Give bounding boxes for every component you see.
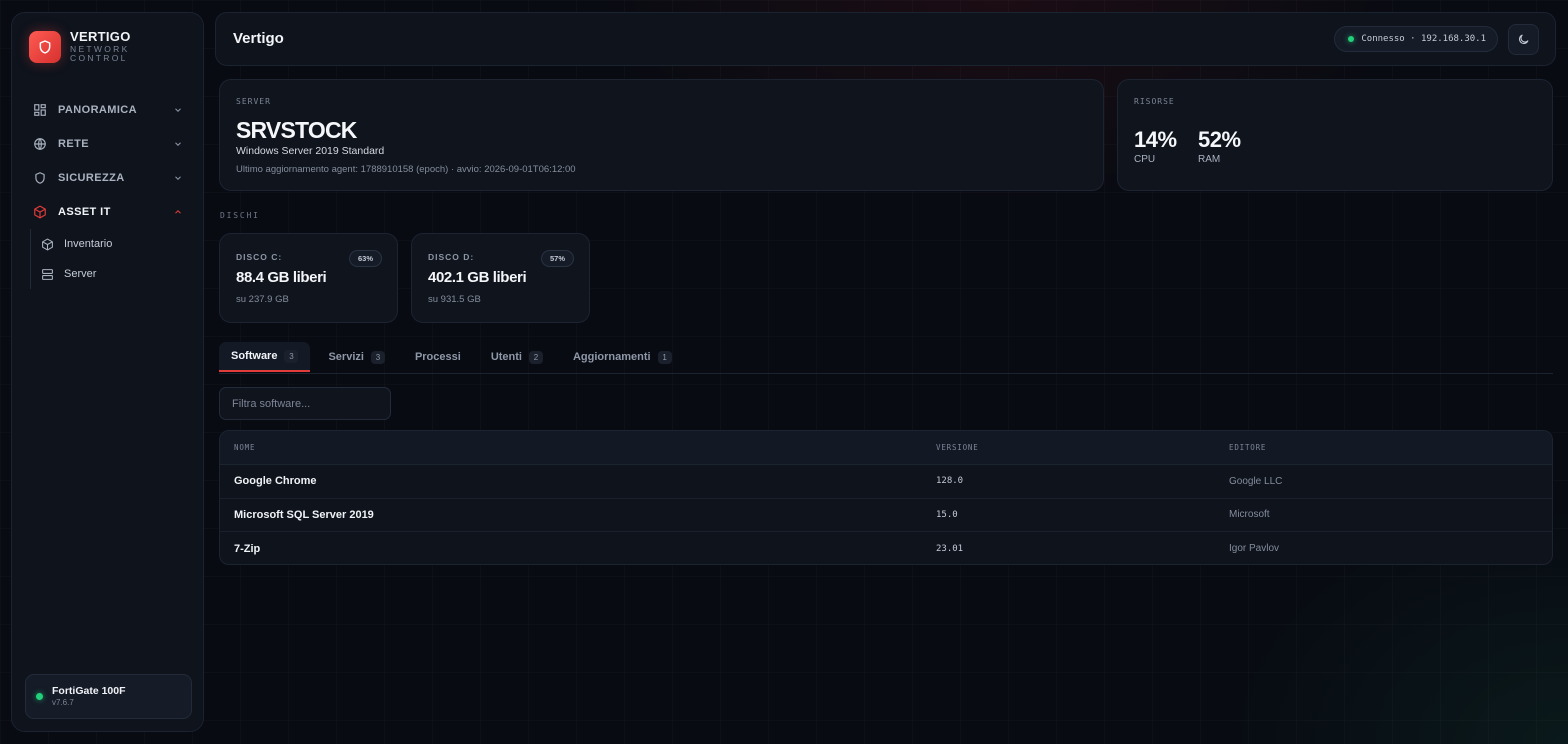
tab-utenti[interactable]: Utenti 2	[479, 342, 555, 372]
disk-label: DISCO D:	[428, 252, 475, 262]
software-publisher: Igor Pavlov	[1229, 543, 1280, 555]
server-name: SRVSTOCK	[236, 117, 357, 143]
tab-label: Aggiornamenti	[572, 351, 651, 363]
resources-card: RISORSE 14% CPU 52% RAM	[1117, 79, 1553, 191]
sidebar-item-label: PANORAMICA	[58, 104, 137, 116]
cube-icon	[33, 205, 47, 219]
table-row[interactable]: 7-Zip 23.01 Igor Pavlov	[220, 532, 1552, 564]
cpu-stat: 14% CPU	[1134, 127, 1177, 165]
column-header-publisher[interactable]: EDITORE	[1229, 443, 1266, 452]
brand-sub-2: CONTROL	[70, 53, 128, 63]
sidebar: VERTIGO NETWORK CONTROL PANORAMICA RETE	[11, 12, 204, 732]
device-status-card[interactable]: FortiGate 100F v7.6.7	[25, 674, 192, 719]
software-name: Microsoft SQL Server 2019	[234, 508, 374, 521]
device-version: v7.6.7	[52, 698, 74, 708]
disk-label: DISCO C:	[236, 252, 283, 262]
sidebar-item-rete[interactable]: RETE	[12, 127, 203, 161]
sidebar-item-sicurezza[interactable]: SICUREZZA	[12, 161, 203, 195]
tab-label: Utenti	[490, 351, 522, 363]
status-dot-icon	[36, 693, 43, 700]
software-publisher: Google LLC	[1229, 475, 1283, 487]
server-os: Windows Server 2019 Standard	[236, 145, 385, 157]
tab-count-badge: 2	[528, 350, 543, 364]
disk-free: 88.4 GB liberi	[236, 269, 327, 286]
sidebar-item-label: SICUREZZA	[58, 172, 125, 184]
tab-count-badge: 1	[657, 350, 672, 364]
sidebar-item-panoramica[interactable]: PANORAMICA	[12, 93, 203, 127]
tab-count-badge: 3	[370, 350, 385, 364]
tab-bar: Software 3 Servizi 3 Processi Utenti 2 A…	[219, 342, 1553, 374]
page-title: Vertigo	[233, 30, 284, 47]
disk-card-c: DISCO C: 63% 88.4 GB liberi su 237.9 GB	[219, 233, 398, 323]
dashboard-icon	[33, 103, 47, 117]
software-name: Google Chrome	[234, 475, 317, 488]
shield-icon	[33, 171, 47, 185]
sidebar-subitem-label: Server	[64, 268, 97, 280]
globe-icon	[33, 137, 47, 151]
column-header-version[interactable]: VERSIONE	[936, 443, 979, 452]
disk-total: su 237.9 GB	[236, 294, 289, 305]
software-version: 23.01	[936, 543, 964, 554]
shield-logo-icon	[29, 30, 61, 63]
brand-name: VERTIGO	[70, 29, 131, 44]
disk-usage-badge: 63%	[348, 250, 382, 267]
server-meta: Ultimo aggiornamento agent: 1788910158 (…	[236, 164, 576, 175]
card-label: SERVER	[236, 97, 271, 106]
disk-total: su 931.5 GB	[428, 294, 481, 305]
tab-servizi[interactable]: Servizi 3	[316, 342, 396, 372]
tab-label: Processi	[414, 351, 461, 363]
software-version: 128.0	[936, 476, 964, 487]
server-icon	[41, 268, 54, 281]
cube-icon	[41, 238, 54, 251]
theme-toggle-button[interactable]	[1508, 24, 1539, 55]
tab-count-badge: 3	[284, 349, 299, 363]
chevron-up-icon	[173, 207, 183, 217]
status-dot-icon	[1348, 36, 1355, 42]
disk-usage-badge: 57%	[540, 250, 574, 267]
server-info-card: SERVER SRVSTOCK Windows Server 2019 Stan…	[219, 79, 1104, 191]
ram-stat: 52% RAM	[1198, 127, 1241, 165]
sidebar-item-label: ASSET IT	[58, 206, 111, 218]
sidebar-subnav-asset-it: Inventario Server	[30, 229, 203, 289]
sidebar-item-label: RETE	[58, 138, 89, 150]
software-publisher: Microsoft	[1229, 509, 1270, 521]
chevron-down-icon	[173, 173, 183, 183]
table-header: NOME VERSIONE EDITORE	[220, 431, 1552, 465]
sidebar-subitem-label: Inventario	[64, 238, 113, 250]
tab-aggiornamenti[interactable]: Aggiornamenti 1	[561, 342, 684, 372]
top-header: Vertigo Connesso · 192.168.30.1	[215, 12, 1556, 66]
ram-label: RAM	[1198, 154, 1221, 165]
sidebar-item-asset-it[interactable]: ASSET IT	[12, 195, 203, 229]
moon-icon	[1517, 33, 1530, 46]
sidebar-nav: PANORAMICA RETE SICUREZZA ASSET IT Inven…	[12, 93, 203, 289]
disk-free: 402.1 GB liberi	[428, 269, 527, 286]
chevron-down-icon	[173, 139, 183, 149]
connection-status-badge: Connesso · 192.168.30.1	[1334, 26, 1498, 52]
sidebar-subitem-server[interactable]: Server	[31, 259, 203, 289]
table-row[interactable]: Microsoft SQL Server 2019 15.0 Microsoft	[220, 499, 1552, 532]
tab-label: Servizi	[328, 351, 364, 363]
connection-text: Connesso · 192.168.30.1	[1361, 34, 1486, 44]
section-label-disks: DISCHI	[220, 211, 260, 220]
device-name: FortiGate 100F	[52, 684, 126, 697]
cpu-label: CPU	[1134, 154, 1156, 165]
software-filter-input[interactable]	[219, 387, 391, 420]
software-table: NOME VERSIONE EDITORE Google Chrome 128.…	[219, 430, 1553, 565]
tab-software[interactable]: Software 3	[219, 342, 311, 372]
disk-card-d: DISCO D: 57% 402.1 GB liberi su 931.5 GB	[411, 233, 590, 323]
ram-value: 52%	[1198, 127, 1241, 152]
table-row[interactable]: Google Chrome 128.0 Google LLC	[220, 465, 1552, 499]
tab-processi[interactable]: Processi	[403, 342, 473, 372]
sidebar-subitem-inventario[interactable]: Inventario	[31, 229, 203, 259]
chevron-down-icon	[173, 105, 183, 115]
card-label: RISORSE	[1134, 97, 1175, 106]
cpu-value: 14%	[1134, 127, 1177, 152]
brand[interactable]: VERTIGO NETWORK CONTROL	[29, 30, 131, 63]
column-header-name[interactable]: NOME	[234, 443, 255, 452]
tab-label: Software	[231, 350, 278, 362]
software-version: 15.0	[936, 509, 958, 520]
software-name: 7-Zip	[234, 542, 261, 555]
